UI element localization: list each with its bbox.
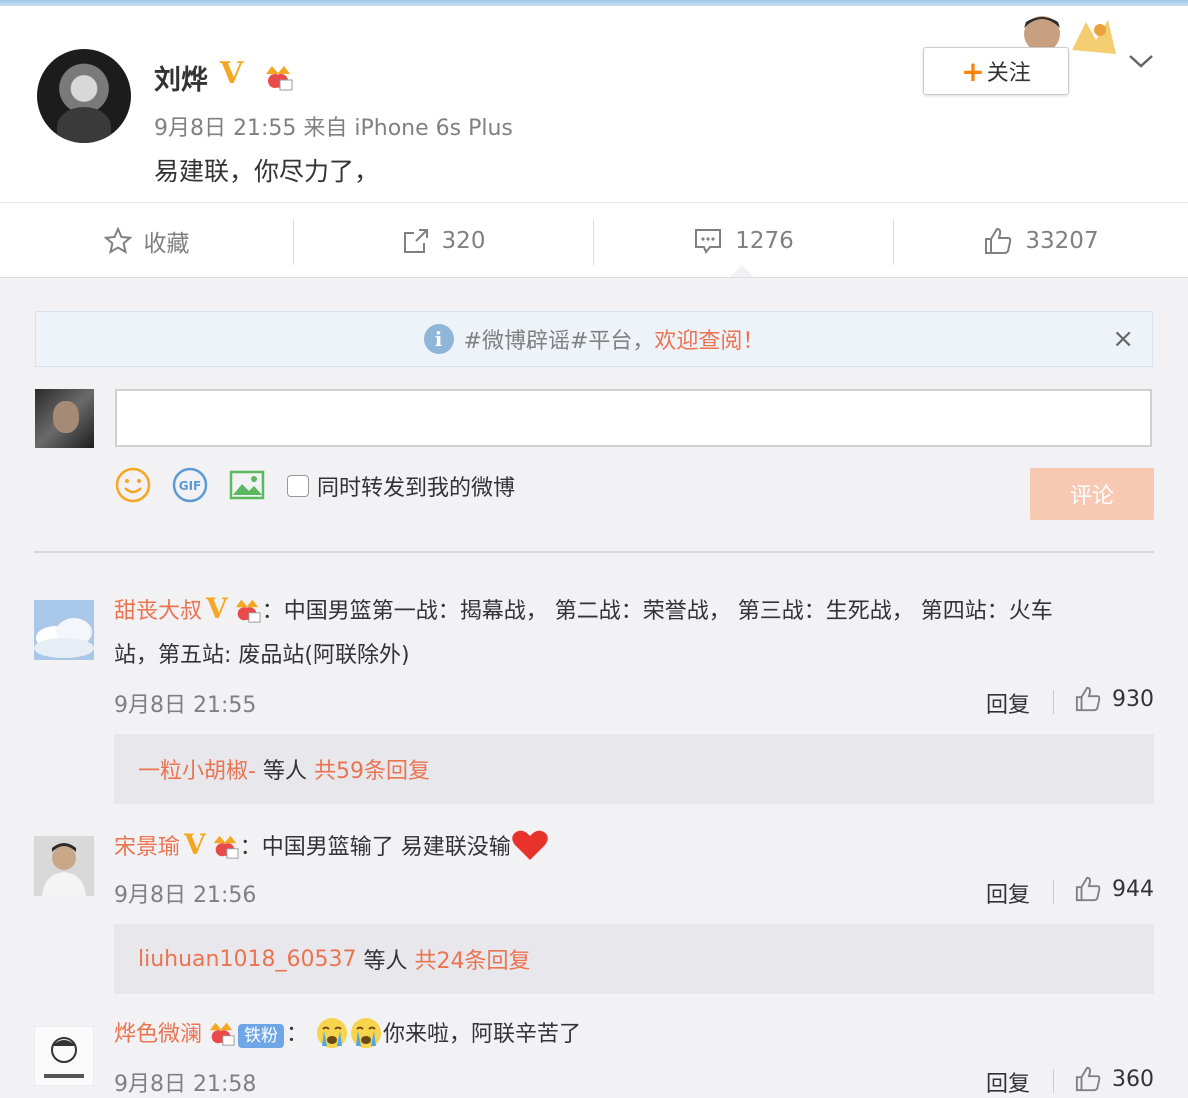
divider: [1053, 1069, 1054, 1093]
colon: ：: [286, 1022, 316, 1047]
verified-v-icon: V: [184, 828, 206, 861]
comment-like-button[interactable]: 930: [1074, 686, 1154, 712]
sync-label: 同时转发到我的微博: [317, 476, 516, 501]
comment-text-continued: 站，第五站: 废品站(阿联除外): [114, 643, 410, 668]
commenter-avatar[interactable]: [34, 1026, 94, 1086]
verified-v-icon: V: [220, 56, 244, 91]
image-icon[interactable]: [229, 467, 265, 503]
comment-like-button[interactable]: 360: [1074, 1066, 1154, 1092]
svg-text:GIF: GIF: [179, 479, 202, 493]
divider: [1053, 690, 1054, 714]
reply-button[interactable]: 回复: [986, 1066, 1030, 1098]
my-avatar[interactable]: [35, 389, 94, 448]
reply-button[interactable]: 回复: [986, 687, 1030, 719]
comment-input[interactable]: [115, 389, 1152, 447]
comment-like-count: 360: [1112, 1066, 1154, 1092]
comment-user[interactable]: 甜丧大叔: [114, 599, 202, 624]
sub-replies: liuhuan1018_60537 等人 共24条回复: [114, 924, 1154, 994]
plus-icon: +: [961, 54, 985, 88]
comment-text: 你来啦，阿联辛苦了: [383, 1022, 582, 1047]
sub-replies: 一粒小胡椒- 等人 共59条回复: [114, 734, 1154, 804]
comment-user[interactable]: 宋景瑜: [114, 835, 180, 860]
section-divider: [34, 551, 1154, 553]
fan-badge: 铁粉: [238, 1024, 285, 1048]
comment-icon: [695, 229, 722, 254]
verified-v-icon: V: [206, 592, 228, 625]
post-text: 易建联，你尽力了，: [154, 157, 380, 186]
author-avatar[interactable]: [37, 49, 131, 143]
author-name[interactable]: 刘烨: [154, 58, 208, 97]
comment-content: 宋景瑜 V ：中国男篮输了 易建联没输: [114, 822, 549, 871]
comment-tab-caret: [730, 265, 754, 277]
like-button[interactable]: 33207: [894, 203, 1188, 279]
heart-icon: [511, 830, 548, 860]
sub-reply-user[interactable]: 一粒小胡椒-: [138, 753, 256, 785]
comment-user[interactable]: 烨色微澜: [114, 1022, 202, 1047]
favorite-label: 收藏: [143, 231, 190, 257]
notice-link[interactable]: 欢迎查阅！: [654, 323, 764, 355]
thumbs-up-icon: [1075, 1066, 1101, 1092]
star-icon: [103, 227, 132, 255]
info-icon: i: [423, 324, 454, 354]
divider: [1053, 880, 1054, 904]
sub-reply-count-link[interactable]: 共24条回复: [414, 943, 530, 975]
thumbs-up-icon: [1075, 686, 1101, 712]
crown-icon: [262, 62, 294, 98]
crying-face-icon: [317, 1018, 348, 1048]
reply-button[interactable]: 回复: [986, 877, 1030, 909]
comment-time: 9月8日 21:56: [114, 883, 257, 908]
crown-icon: [213, 835, 239, 859]
comment-count: 1276: [735, 228, 794, 254]
sub-reply-text: 等人: [356, 949, 415, 974]
forward-count: 320: [441, 228, 486, 254]
comment-content: 烨色微澜 铁粉： 你来啦，阿联辛苦了: [114, 1012, 581, 1058]
chevron-down-icon[interactable]: [1126, 46, 1156, 76]
sub-reply-text: 等人: [255, 759, 314, 784]
gif-icon[interactable]: GIF: [172, 467, 208, 503]
thumbs-up-icon: [1075, 876, 1101, 902]
action-bar: 收藏 320 1276 33207: [0, 202, 1188, 278]
forward-button[interactable]: 320: [294, 203, 593, 279]
close-icon[interactable]: ×: [1112, 324, 1134, 354]
commenter-avatar[interactable]: [34, 600, 94, 660]
forward-icon: [403, 229, 428, 253]
comment-like-count: 930: [1112, 686, 1154, 712]
sub-reply-user[interactable]: liuhuan1018_60537: [138, 947, 356, 972]
rumor-notice: i #微博辟谣#平台， 欢迎查阅！ ×: [35, 311, 1153, 367]
comment-content: 甜丧大叔 V ：中国男篮第一战：揭幕战， 第二战：荣誉战， 第三战：生死战， 第四站…: [114, 586, 1053, 635]
crown-icon: [209, 1022, 235, 1046]
sync-forward-option[interactable]: 同时转发到我的微博: [287, 470, 515, 502]
submit-comment-button[interactable]: 评论: [1030, 468, 1154, 520]
sync-checkbox[interactable]: [287, 475, 309, 497]
thumbs-up-icon: [985, 227, 1012, 254]
notice-prefix: #微博辟谣#平台，: [463, 329, 655, 354]
favorite-button[interactable]: 收藏: [0, 203, 293, 279]
comment-time: 9月8日 21:55: [114, 693, 257, 718]
follow-label: 关注: [986, 61, 1031, 86]
sub-reply-count-link[interactable]: 共59条回复: [314, 753, 430, 785]
comment-like-button[interactable]: 944: [1074, 876, 1154, 902]
commenter-avatar[interactable]: [34, 836, 94, 896]
follow-button[interactable]: + 关注: [923, 47, 1069, 95]
smile-icon[interactable]: [115, 467, 151, 503]
comment-text: ：中国男篮第一战：揭幕战， 第二战：荣誉战， 第三战：生死战， 第四站：火车: [261, 599, 1053, 624]
comment-time: 9月8日 21:58: [114, 1072, 257, 1097]
post-card: 刘烨 V 9月8日 21:55 来自 iPhone 6s Plus 易建联，你尽…: [0, 6, 1188, 202]
comment-text: ：中国男篮输了 易建联没输: [239, 835, 511, 860]
post-time-source: 9月8日 21:55 来自 iPhone 6s Plus: [154, 116, 513, 141]
crown-icon: [235, 599, 261, 623]
comment-like-count: 944: [1112, 876, 1154, 902]
crying-face-icon: [351, 1018, 382, 1048]
like-count: 33207: [1025, 228, 1099, 254]
